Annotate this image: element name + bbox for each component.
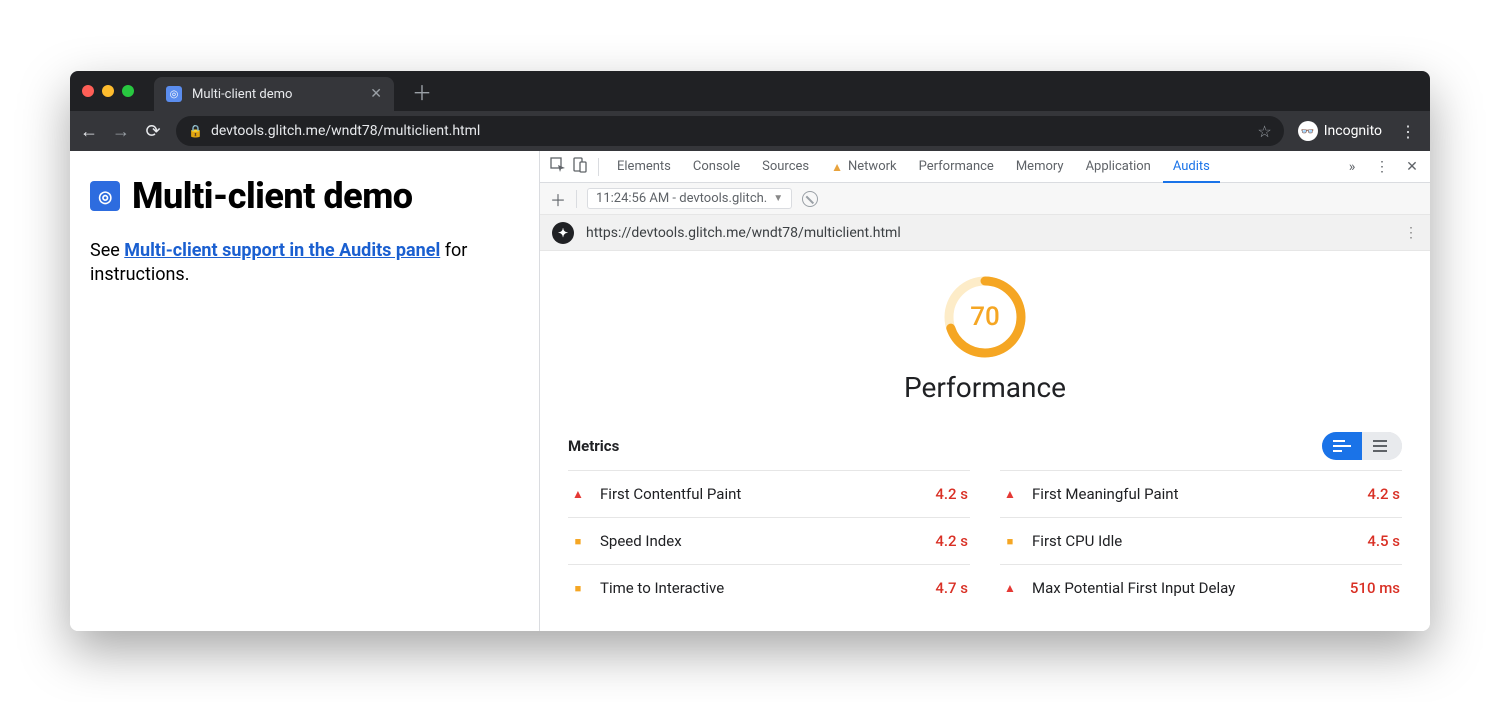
separator <box>598 158 599 176</box>
device-toolbar-icon[interactable] <box>570 157 590 177</box>
audit-url-text: https://devtools.glitch.me/wndt78/multic… <box>586 225 901 241</box>
page-link[interactable]: Multi-client support in the Audits panel <box>124 240 440 261</box>
incognito-indicator: 👓 Incognito <box>1298 121 1382 141</box>
clear-audit-icon[interactable] <box>802 191 818 207</box>
metric-value: 4.2 s <box>935 532 968 550</box>
metric-row[interactable]: ■ Time to Interactive 4.7 s <box>568 564 970 611</box>
view-toggle-expanded[interactable] <box>1322 432 1362 460</box>
incognito-icon: 👓 <box>1298 121 1318 141</box>
page-paragraph: See Multi-client support in the Audits p… <box>90 239 519 288</box>
tab-performance[interactable]: Performance <box>909 151 1004 183</box>
average-icon: ■ <box>1002 535 1018 548</box>
lighthouse-badge-icon: ✦ <box>552 222 574 244</box>
audit-run-selector[interactable]: 11:24:56 AM - devtools.glitch. ▼ <box>587 188 792 209</box>
minimize-window-button[interactable] <box>102 85 114 97</box>
browser-menu-button[interactable]: ⋮ <box>1396 122 1420 141</box>
tab-console[interactable]: Console <box>683 151 750 183</box>
address-bar[interactable]: 🔒 devtools.glitch.me/wndt78/multiclient.… <box>176 116 1284 146</box>
tab-audits[interactable]: Audits <box>1163 151 1220 183</box>
close-tab-button[interactable]: ✕ <box>370 86 382 102</box>
metric-row[interactable]: ■ First CPU Idle 4.5 s <box>1000 517 1402 564</box>
more-tabs-icon[interactable]: » <box>1342 159 1362 175</box>
metric-value: 4.2 s <box>1367 485 1400 503</box>
metrics-grid: ▲ First Contentful Paint 4.2 s ▲ First M… <box>568 470 1402 611</box>
tab-title: Multi-client demo <box>192 87 292 102</box>
metrics-header: Metrics <box>568 432 1402 460</box>
bookmark-star-icon[interactable]: ☆ <box>1257 122 1271 141</box>
close-devtools-icon[interactable]: ✕ <box>1402 159 1422 175</box>
titlebar: ◎ Multi-client demo ✕ ＋ <box>70 71 1430 111</box>
page-title: ◎ Multi-client demo <box>90 175 519 217</box>
forward-button[interactable]: → <box>112 121 130 142</box>
metric-name: First CPU Idle <box>1032 532 1122 550</box>
metrics-heading: Metrics <box>568 437 619 455</box>
metric-value: 4.5 s <box>1367 532 1400 550</box>
page-text-before: See <box>90 240 124 261</box>
browser-tab[interactable]: ◎ Multi-client demo ✕ <box>154 77 394 111</box>
metric-name: First Meaningful Paint <box>1032 485 1178 503</box>
audit-run-label: 11:24:56 AM - devtools.glitch. <box>596 191 767 206</box>
audit-url-menu-icon[interactable]: ⋮ <box>1404 225 1418 241</box>
inspect-element-icon[interactable] <box>548 157 568 177</box>
tab-sources[interactable]: Sources <box>752 151 819 183</box>
metric-value: 4.7 s <box>935 579 968 597</box>
close-window-button[interactable] <box>82 85 94 97</box>
fail-icon: ▲ <box>1002 487 1018 501</box>
new-audit-button[interactable]: ＋ <box>550 187 566 211</box>
audit-url-bar: ✦ https://devtools.glitch.me/wndt78/mult… <box>540 215 1430 251</box>
tab-elements[interactable]: Elements <box>607 151 681 183</box>
favicon-icon: ◎ <box>166 86 182 102</box>
view-toggle-compact[interactable] <box>1362 432 1402 460</box>
metrics-view-toggle <box>1322 432 1402 460</box>
url-text: devtools.glitch.me/wndt78/multiclient.ht… <box>211 123 480 139</box>
tab-network[interactable]: ▲Network <box>821 151 907 183</box>
metric-row[interactable]: ▲ First Meaningful Paint 4.2 s <box>1000 470 1402 517</box>
tab-application[interactable]: Application <box>1076 151 1161 183</box>
devtools-tabstrip: Elements Console Sources ▲Network Perfor… <box>540 151 1430 183</box>
audits-toolbar: ＋ 11:24:56 AM - devtools.glitch. ▼ <box>540 183 1430 215</box>
page-logo-icon: ◎ <box>90 181 120 211</box>
maximize-window-button[interactable] <box>122 85 134 97</box>
incognito-label: Incognito <box>1324 123 1382 139</box>
average-icon: ■ <box>570 535 586 548</box>
reload-button[interactable]: ⟳ <box>144 121 162 142</box>
metric-value: 510 ms <box>1350 579 1400 597</box>
new-tab-button[interactable]: ＋ <box>412 77 432 106</box>
metric-row[interactable]: ▲ First Contentful Paint 4.2 s <box>568 470 970 517</box>
window-controls <box>82 85 134 97</box>
devtools-panel: Elements Console Sources ▲Network Perfor… <box>540 151 1430 631</box>
browser-window: ◎ Multi-client demo ✕ ＋ ← → ⟳ 🔒 devtools… <box>70 71 1430 631</box>
fail-icon: ▲ <box>1002 581 1018 595</box>
browser-toolbar: ← → ⟳ 🔒 devtools.glitch.me/wndt78/multic… <box>70 111 1430 151</box>
warning-icon: ▲ <box>831 160 843 174</box>
performance-gauge: 70 Performance <box>568 275 1402 404</box>
tab-memory[interactable]: Memory <box>1006 151 1074 183</box>
metric-value: 4.2 s <box>935 485 968 503</box>
fail-icon: ▲ <box>570 487 586 501</box>
average-icon: ■ <box>570 582 586 595</box>
gauge-score: 70 <box>943 275 1027 359</box>
metric-row[interactable]: ■ Speed Index 4.2 s <box>568 517 970 564</box>
devtools-menu-icon[interactable]: ⋮ <box>1372 159 1392 175</box>
page-heading-text: Multi-client demo <box>132 175 413 217</box>
rendered-page: ◎ Multi-client demo See Multi-client sup… <box>70 151 540 631</box>
audit-body: 70 Performance Metrics <box>540 251 1430 631</box>
metric-name: Speed Index <box>600 532 682 550</box>
metric-row[interactable]: ▲ Max Potential First Input Delay 510 ms <box>1000 564 1402 611</box>
content-area: ◎ Multi-client demo See Multi-client sup… <box>70 151 1430 631</box>
metric-name: First Contentful Paint <box>600 485 741 503</box>
metric-name: Time to Interactive <box>600 579 724 597</box>
back-button[interactable]: ← <box>80 121 98 142</box>
gauge-title: Performance <box>904 371 1066 404</box>
lock-icon: 🔒 <box>188 124 203 138</box>
metric-name: Max Potential First Input Delay <box>1032 579 1235 597</box>
chevron-down-icon: ▼ <box>773 193 783 204</box>
